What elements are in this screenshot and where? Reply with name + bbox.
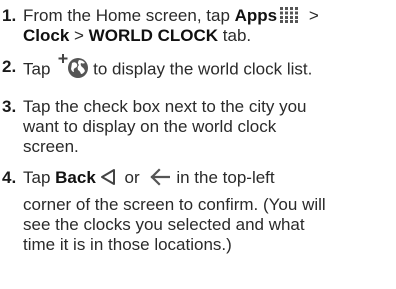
step-4-line-2: corner of the screen to confirm. (You wi… — [23, 195, 326, 214]
instructions: 1. From the Home screen, tap Apps > Cloc… — [0, 0, 396, 289]
back-arrow-icon — [150, 167, 171, 186]
step-3-line-1: Tap the check box next to the city you — [23, 97, 307, 116]
step-4-line-3: see the clocks you selected and what — [23, 215, 305, 234]
step-3-line-2: want to display on the world clock — [23, 117, 277, 136]
step-4-line-1: Tap Back or in the top-left — [23, 167, 275, 187]
step-number: 2. — [2, 57, 17, 76]
step-number: 1. — [2, 6, 17, 25]
step-number: 4. — [2, 168, 17, 187]
step-number: 3. — [2, 97, 17, 116]
step-1-line-1: From the Home screen, tap Apps > — [23, 6, 319, 25]
step-1-line-2: Clock > WORLD CLOCK tab. — [23, 26, 252, 45]
add-city-globe-icon — [57, 53, 91, 79]
apps-grid-icon — [279, 6, 301, 23]
step-2-line-1: Tap to display the world clock list. — [23, 54, 312, 83]
step-3-line-3: screen. — [23, 137, 79, 156]
step-4-line-4: time it is in those locations.) — [23, 235, 232, 254]
back-triangle-icon — [100, 168, 116, 186]
